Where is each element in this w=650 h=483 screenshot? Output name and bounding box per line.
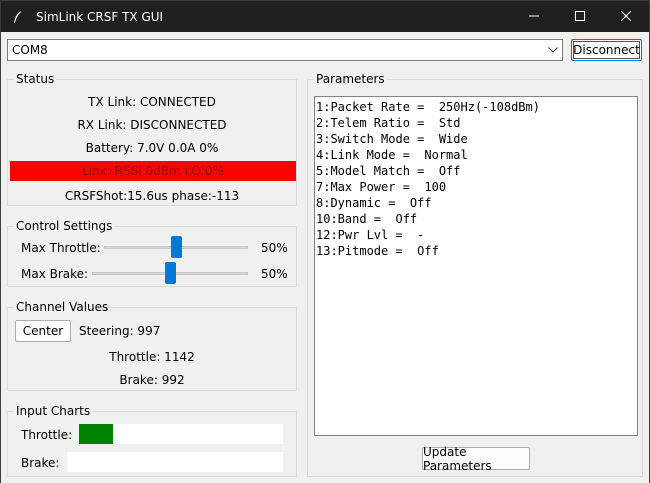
- channel-values-group-label: Channel Values: [14, 299, 111, 315]
- link-quality-status: Link: RSSI:0dBm LQ:0%: [10, 161, 296, 181]
- window-controls: [511, 1, 649, 32]
- input-charts-group: Input Charts Throttle: Brake:: [7, 403, 297, 477]
- battery-status: Battery: 7.0V 0.0A 0%: [85, 141, 219, 155]
- update-parameters-button[interactable]: Update Parameters: [422, 445, 530, 473]
- parameters-textbox[interactable]: 1:Packet Rate = 250Hz(-108dBm) 2:Telem Ra…: [314, 96, 638, 436]
- brake-value: Brake: 992: [119, 373, 185, 387]
- channel-values-group: Channel Values Center Steering: 997 Thro…: [7, 299, 297, 391]
- minimize-button[interactable]: [511, 1, 557, 32]
- control-settings-group: Control Settings Max Throttle: 50% Max B…: [7, 218, 297, 287]
- control-settings-group-label: Control Settings: [14, 218, 115, 234]
- parameter-line: 5:Model Match = Off: [316, 164, 461, 178]
- feather-icon: [10, 9, 26, 25]
- parameter-line: 7:Max Power = 100: [316, 180, 447, 194]
- chevron-down-icon[interactable]: [544, 47, 562, 53]
- tx-link-status: TX Link: CONNECTED: [88, 95, 216, 109]
- input-charts-group-label: Input Charts: [14, 403, 93, 419]
- crsf-shot-status: CRSFShot:15.6us phase:-113: [64, 189, 240, 203]
- max-brake-slider-thumb[interactable]: [165, 262, 176, 284]
- parameter-line: 1:Packet Rate = 250Hz(-108dBm): [316, 100, 540, 114]
- steering-value: Steering: 997: [79, 324, 161, 338]
- parameter-line: 13:Pitmode = Off: [316, 244, 439, 258]
- throttle-chart: [79, 424, 283, 444]
- throttle-chart-bar: [79, 424, 113, 444]
- brake-chart: [67, 452, 283, 472]
- window-title: SimLink CRSF TX GUI: [36, 9, 164, 24]
- rx-link-status: RX Link: DISCONNECTED: [77, 118, 227, 132]
- parameter-line: 12:Pwr Lvl = -: [316, 228, 425, 242]
- status-group: Status TX Link: CONNECTED RX Link: DISCO…: [7, 71, 297, 206]
- close-button[interactable]: [603, 1, 649, 32]
- max-throttle-slider-thumb[interactable]: [171, 236, 182, 258]
- port-select[interactable]: COM8: [7, 39, 563, 61]
- max-brake-label: Max Brake:: [21, 267, 89, 281]
- throttle-value: Throttle: 1142: [109, 350, 195, 364]
- parameter-line: 10:Band = Off: [316, 212, 418, 226]
- main-content: COM8 Disconnect Status TX Link: CONNECTE…: [1, 32, 649, 483]
- parameters-group-label: Parameters: [314, 71, 387, 87]
- parameter-line: 2:Telem Ratio = Std: [316, 116, 461, 130]
- app-window: SimLink CRSF TX GUI COM8 Disconnect Stat…: [0, 0, 650, 483]
- title-bar[interactable]: SimLink CRSF TX GUI: [1, 1, 649, 32]
- disconnect-button[interactable]: Disconnect: [571, 39, 642, 61]
- maximize-button[interactable]: [557, 1, 603, 32]
- close-icon: [620, 10, 632, 24]
- parameter-line: 4:Link Mode = Normal: [316, 148, 468, 162]
- port-select-value: COM8: [12, 43, 48, 57]
- max-brake-value: 50%: [261, 267, 288, 281]
- minimize-icon: [529, 10, 539, 24]
- maximize-icon: [575, 10, 585, 24]
- center-button[interactable]: Center: [15, 320, 71, 342]
- parameter-line: 8:Dynamic = Off: [316, 196, 432, 210]
- max-throttle-value: 50%: [261, 241, 288, 255]
- max-throttle-label: Max Throttle:: [21, 241, 101, 255]
- brake-chart-label: Brake:: [21, 456, 60, 470]
- throttle-chart-label: Throttle:: [21, 428, 73, 442]
- parameter-line: 3:Switch Mode = Wide: [316, 132, 468, 146]
- status-group-label: Status: [14, 71, 57, 87]
